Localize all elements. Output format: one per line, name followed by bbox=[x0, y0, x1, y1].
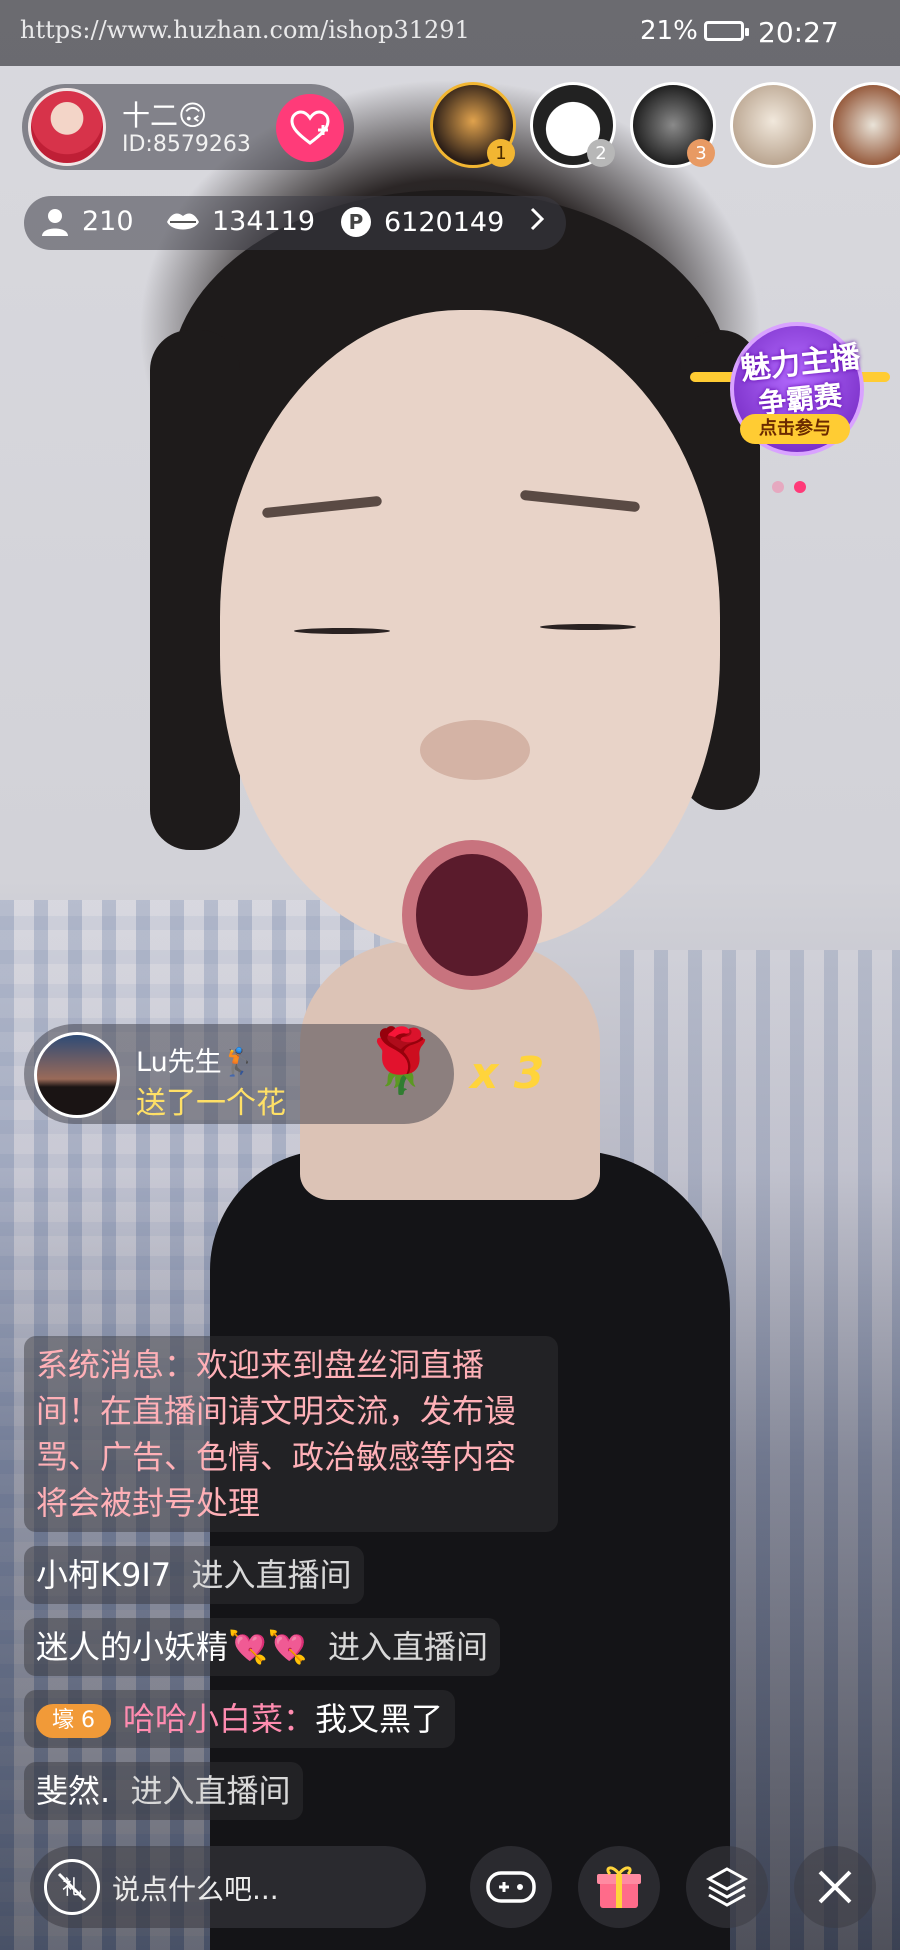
viewer-avatar-1[interactable]: 1 bbox=[430, 82, 516, 168]
chat-text: 进入直播间 bbox=[191, 1556, 352, 1594]
status-bar: https://www.huzhan.com/ishop31291 21% 20… bbox=[0, 0, 900, 66]
host-info[interactable]: 十二🙃 ID:8579263 bbox=[22, 84, 354, 170]
coin-icon: P bbox=[341, 207, 371, 237]
host-avatar[interactable] bbox=[28, 88, 106, 166]
sender-name: Lu先生🏌 bbox=[136, 1047, 256, 1078]
chat-text: 我又黑了 bbox=[315, 1700, 444, 1738]
gift-message: 送了一个花 bbox=[136, 1086, 286, 1121]
more-button[interactable] bbox=[686, 1846, 768, 1928]
battery-percent: 21% bbox=[640, 16, 698, 46]
chat-username[interactable]: 哈哈小白菜： bbox=[123, 1700, 315, 1738]
viewer-avatar-4[interactable] bbox=[730, 82, 816, 168]
coins-count: P 6120149 bbox=[340, 206, 504, 238]
close-button[interactable] bbox=[794, 1846, 876, 1928]
join-contest-button[interactable]: 点击参与 bbox=[740, 414, 850, 444]
chat-message: 壕 6 哈哈小白菜：我又黑了 bbox=[24, 1690, 456, 1748]
video-eye-left bbox=[294, 628, 390, 634]
chat-input-placeholder: 说点什么吧... bbox=[112, 1873, 279, 1906]
host-id: ID:8579263 bbox=[122, 132, 251, 157]
chat-message: 迷人的小妖精💘💘 进入直播间 bbox=[24, 1618, 501, 1676]
viewer-avatar-3[interactable]: 3 bbox=[630, 82, 716, 168]
host-name: 十二🙃 bbox=[122, 99, 208, 132]
layers-icon bbox=[705, 1867, 749, 1907]
sender-avatar[interactable] bbox=[34, 1032, 120, 1118]
chat-message: 小柯K9I7 进入直播间 bbox=[24, 1546, 364, 1604]
battery-icon bbox=[704, 21, 749, 41]
banner-pagination bbox=[772, 478, 816, 497]
chat-message: 斐然. 进入直播间 bbox=[24, 1762, 303, 1820]
video-nose bbox=[420, 720, 530, 780]
system-message-text: 系统消息：欢迎来到盘丝洞直播间！在直播间请文明交流，发布谩骂、广告、色情、政治敏… bbox=[24, 1336, 558, 1532]
heart-plus-icon bbox=[290, 110, 330, 145]
bottom-toolbar: 礼 说点什么吧... bbox=[0, 1846, 900, 1950]
system-message: 系统消息：欢迎来到盘丝洞直播间！在直播间请文明交流，发布谩骂、广告、色情、政治敏… bbox=[24, 1336, 558, 1532]
watermark-url: https://www.huzhan.com/ishop31291 bbox=[20, 16, 470, 44]
page-dot-active bbox=[794, 481, 806, 493]
online-count: 210 bbox=[40, 206, 134, 237]
gift-icon bbox=[597, 1866, 641, 1908]
wealth-level-badge: 壕 6 bbox=[36, 1704, 111, 1738]
chat-input[interactable]: 礼 说点什么吧... bbox=[30, 1846, 426, 1928]
chat-text: 进入直播间 bbox=[130, 1772, 291, 1810]
room-stats[interactable]: 210 134119 P 6120149 bbox=[24, 196, 566, 250]
gamepad-icon bbox=[486, 1871, 536, 1903]
clock: 20:27 bbox=[758, 16, 839, 49]
video-eye-right bbox=[540, 624, 636, 630]
chevron-right-icon[interactable] bbox=[528, 206, 546, 232]
chat-username[interactable]: 斐然. bbox=[36, 1772, 110, 1810]
likes-count: 134119 bbox=[166, 206, 315, 237]
game-button[interactable] bbox=[470, 1846, 552, 1928]
svg-text:P: P bbox=[349, 210, 364, 234]
rank-badge: 1 bbox=[487, 139, 515, 167]
video-mouth bbox=[402, 840, 542, 990]
rank-badge: 2 bbox=[587, 139, 615, 167]
page-dot bbox=[772, 481, 784, 493]
lips-icon bbox=[167, 213, 199, 229]
viewer-avatar-2[interactable]: 2 bbox=[530, 82, 616, 168]
gift-button[interactable] bbox=[578, 1846, 660, 1928]
rose-icon: 🌹 bbox=[362, 1024, 440, 1097]
no-gift-icon[interactable]: 礼 bbox=[44, 1859, 100, 1915]
rank-badge: 3 bbox=[687, 139, 715, 167]
chat-username[interactable]: 小柯K9I7 bbox=[36, 1556, 171, 1594]
follow-button[interactable] bbox=[276, 94, 344, 162]
contest-banner[interactable]: 魅力主播 争霸赛 点击参与 bbox=[690, 318, 890, 468]
gift-combo: x 3 bbox=[470, 1048, 545, 1099]
close-icon bbox=[818, 1870, 852, 1904]
chat-username[interactable]: 迷人的小妖精💘💘 bbox=[36, 1628, 308, 1666]
chat-text: 进入直播间 bbox=[328, 1628, 489, 1666]
person-icon bbox=[42, 208, 68, 236]
